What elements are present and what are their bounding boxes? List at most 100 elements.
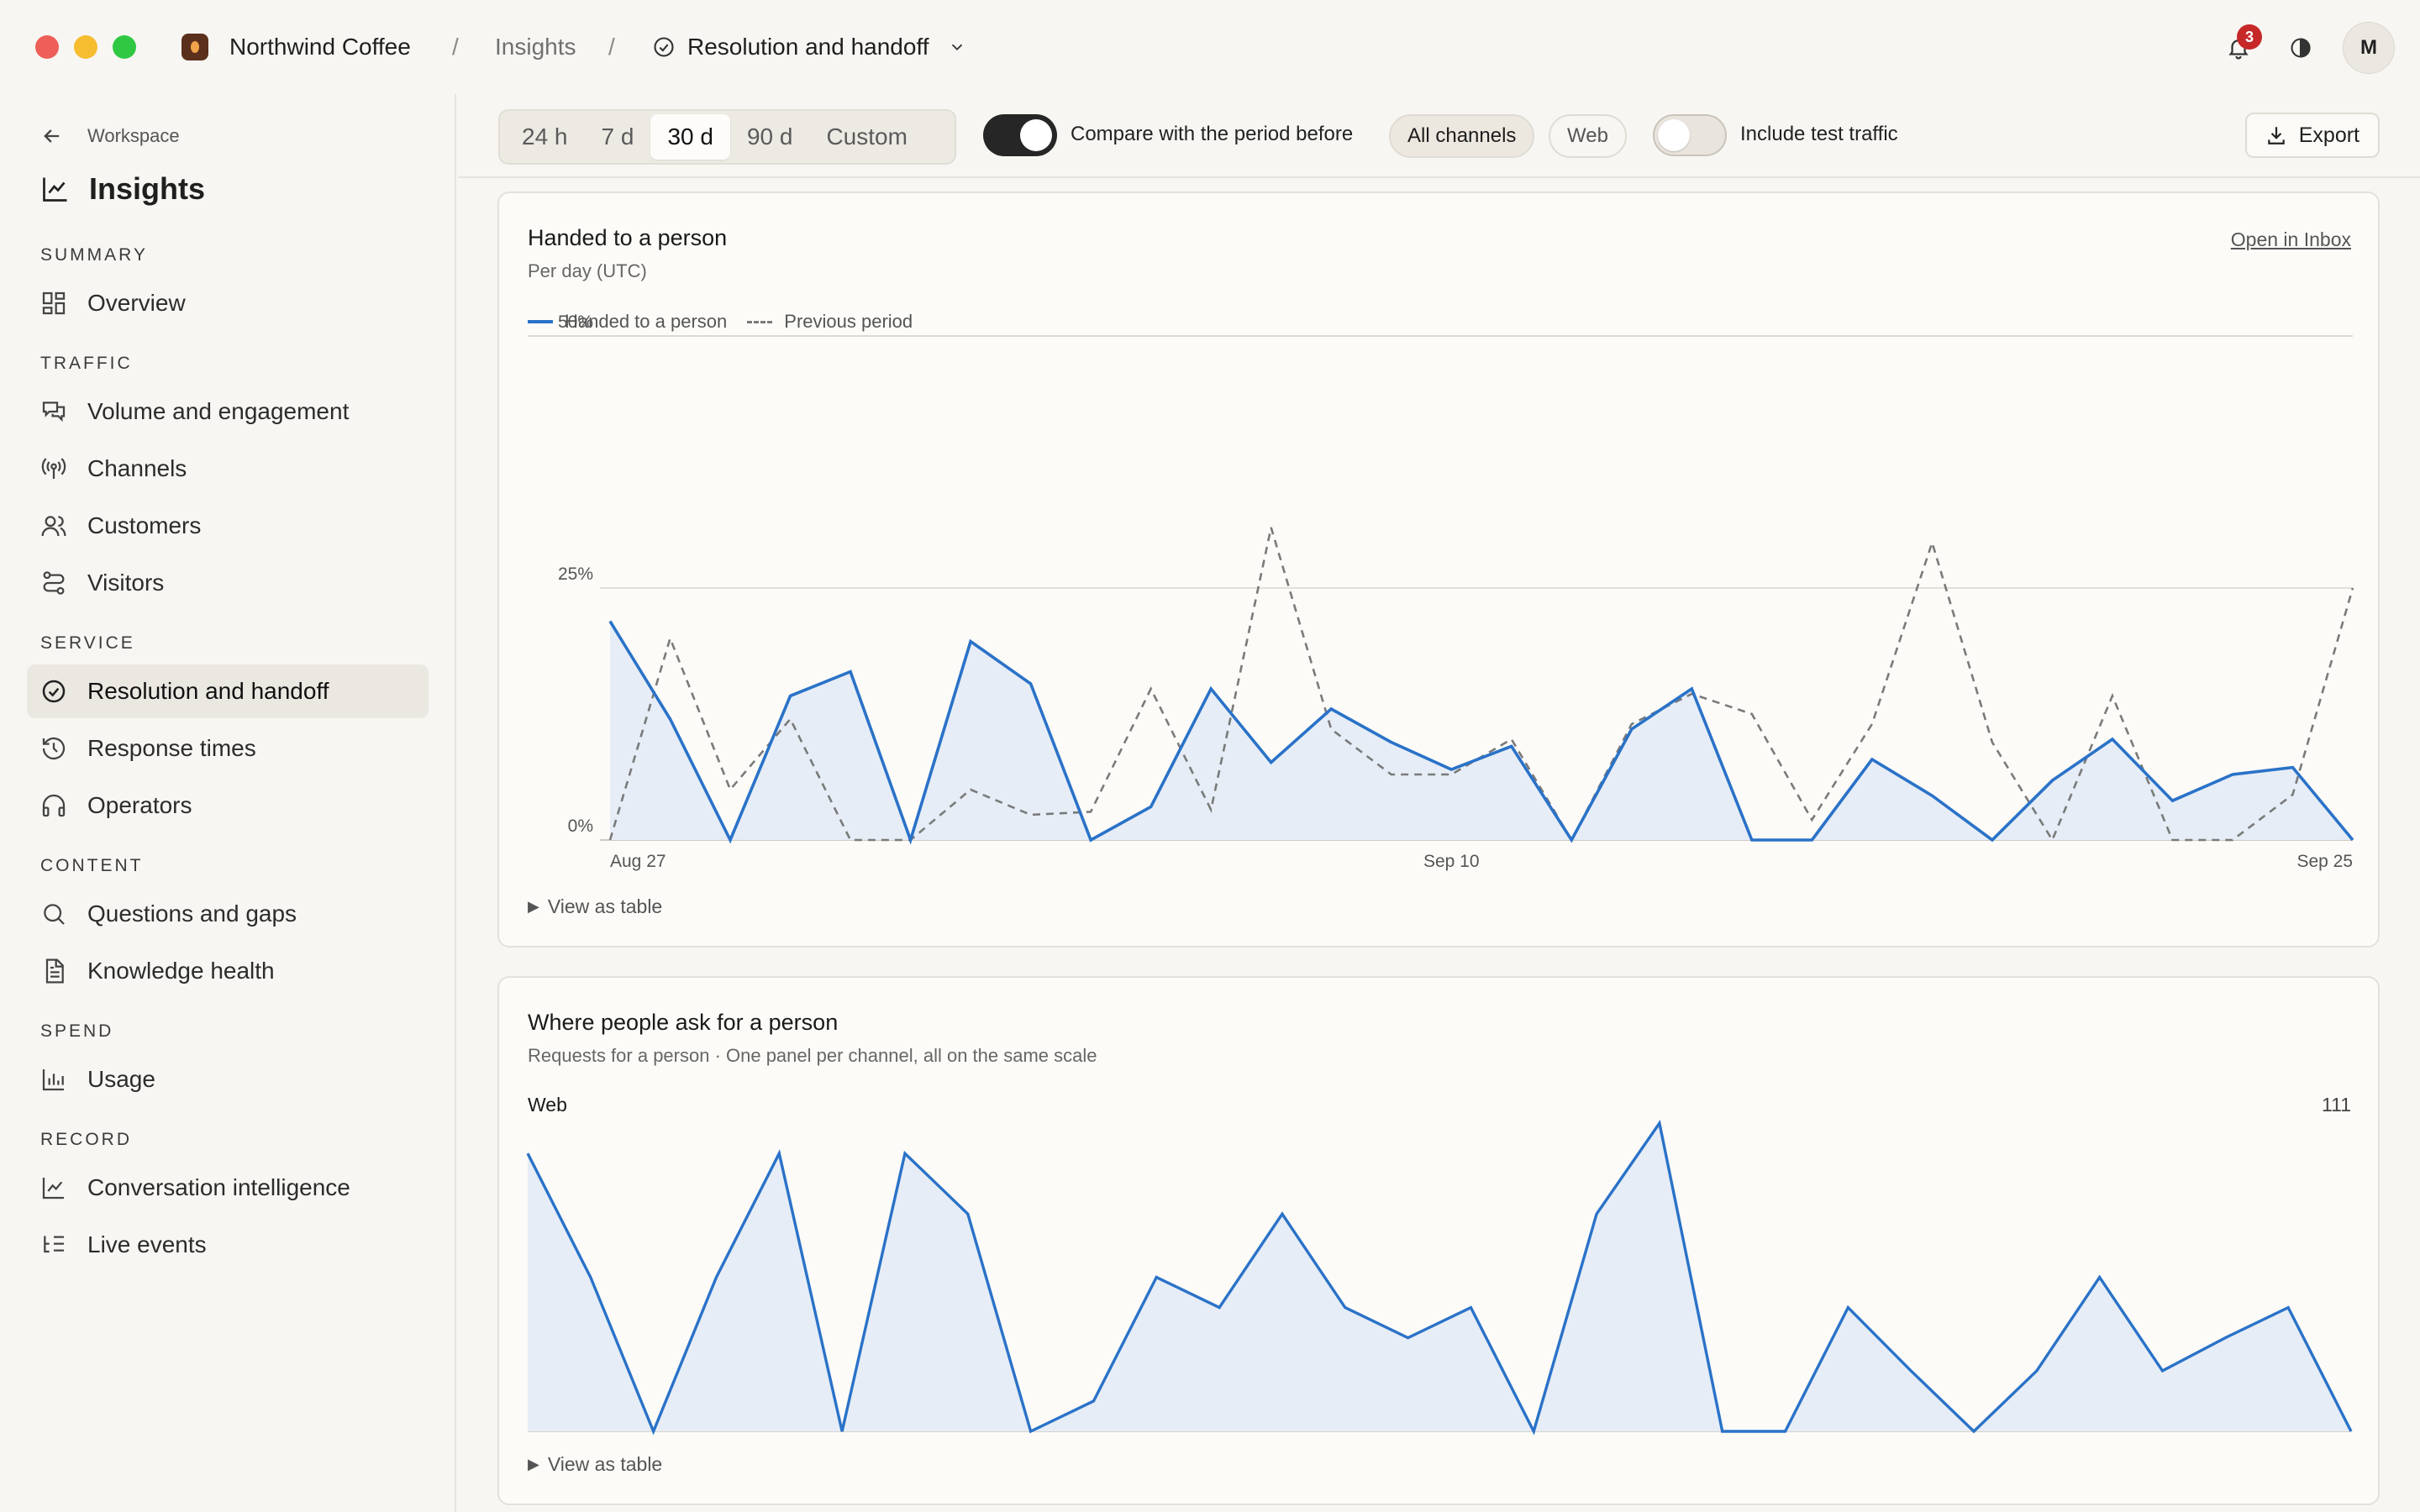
users-icon xyxy=(41,516,66,537)
route-icon xyxy=(43,571,65,595)
sidebar-item-customers[interactable]: Customers xyxy=(27,499,429,553)
user-avatar[interactable]: M xyxy=(2343,22,2395,74)
x-tick-label: Aug 27 xyxy=(610,852,666,871)
sidebar-item-operators[interactable]: Operators xyxy=(27,779,429,832)
x-tick-label: Sep 25 xyxy=(2296,852,2353,871)
y-tick-label: 0% xyxy=(568,816,593,836)
check-circle-icon xyxy=(654,37,674,57)
sidebar-item-label: Customers xyxy=(87,512,202,538)
channel-all-chip[interactable]: All channels xyxy=(1389,114,1535,158)
filter-toolbar: 24 h 7 d 30 d 90 d Custom Compare with t… xyxy=(458,94,2420,178)
test-traffic-label: Include test traffic xyxy=(1740,123,1898,145)
check-circle-icon xyxy=(42,680,66,703)
sidebar-item-label: Operators xyxy=(87,792,192,818)
sidebar-item-channels[interactable]: Channels xyxy=(27,442,429,496)
view-as-table-toggle[interactable]: ▶ View as table xyxy=(528,1453,662,1476)
chat-bubbles-icon xyxy=(42,402,66,423)
series-area-web xyxy=(528,1123,2351,1431)
export-label: Export xyxy=(2298,123,2360,147)
broadcast-icon xyxy=(41,458,66,479)
view-as-table-toggle[interactable]: ▶ View as table xyxy=(528,895,662,918)
sidebar-item-volume[interactable]: Volume and engagement xyxy=(27,385,429,438)
sidebar-item-label: Channels xyxy=(87,455,187,481)
sidebar-title: Insights xyxy=(40,171,205,207)
window-zoom-button[interactable] xyxy=(113,35,136,59)
download-icon xyxy=(2267,127,2285,144)
breadcrumb-insights[interactable]: Insights xyxy=(495,30,576,64)
window-minimize-button[interactable] xyxy=(74,35,97,59)
handoff-line-chart: 0% 25% 50% Aug 27 Sep 10 Sep 25 xyxy=(528,312,2354,871)
section-traffic: TRAFFIC xyxy=(40,354,133,373)
title-bar: Northwind Coffee / Insights / Resolution… xyxy=(0,0,2420,94)
time-range-selector: 24 h 7 d 30 d 90 d Custom xyxy=(498,109,956,165)
line-chart-icon xyxy=(43,177,67,202)
disclosure-triangle-icon: ▶ xyxy=(528,1456,539,1473)
notifications-button[interactable]: 3 xyxy=(2218,24,2262,68)
line-chart-icon xyxy=(42,1178,64,1200)
sidebar-item-label: Live events xyxy=(87,1231,207,1257)
sidebar: Workspace Insights SUMMARY Overview TRAF… xyxy=(0,94,456,1512)
window-close-button[interactable] xyxy=(35,35,59,59)
sidebar-item-live-events[interactable]: Live events xyxy=(27,1218,429,1272)
range-30d-button[interactable]: 30 d xyxy=(650,114,730,160)
bar-chart-icon xyxy=(42,1069,64,1091)
ask-for-person-card: Where people ask for a person Requests f… xyxy=(497,976,2380,1505)
theme-toggle-button[interactable] xyxy=(2281,28,2321,68)
breadcrumb-current-label: Resolution and handoff xyxy=(687,34,929,60)
sidebar-item-conversation[interactable]: Conversation intelligence xyxy=(27,1161,429,1215)
breadcrumb-separator: / xyxy=(452,34,459,60)
toggle-knob xyxy=(1020,119,1052,151)
range-custom-button[interactable]: Custom xyxy=(809,114,923,160)
sidebar-item-label: Usage xyxy=(87,1066,155,1092)
sidebar-item-knowledge[interactable]: Knowledge health xyxy=(27,944,429,998)
range-90d-button[interactable]: 90 d xyxy=(730,114,810,160)
sidebar-item-label: Questions and gaps xyxy=(87,900,297,927)
brand-logo-icon xyxy=(182,34,208,60)
range-7d-button[interactable]: 7 d xyxy=(585,114,651,160)
section-spend: SPEND xyxy=(40,1021,114,1041)
test-traffic-toggle[interactable] xyxy=(1653,114,1727,156)
x-tick-label: Sep 10 xyxy=(1423,852,1480,871)
sidebar-title-label: Insights xyxy=(89,171,206,206)
sidebar-item-usage[interactable]: Usage xyxy=(27,1053,429,1106)
y-tick-label: 50% xyxy=(558,312,593,332)
arrow-left-icon xyxy=(44,129,60,143)
back-to-workspace-link[interactable]: Workspace xyxy=(40,124,180,148)
chevron-down-icon xyxy=(951,44,962,51)
disclosure-triangle-icon: ▶ xyxy=(528,898,539,915)
sidebar-item-response-times[interactable]: Response times xyxy=(27,722,429,775)
notification-badge: 3 xyxy=(2237,24,2262,50)
toggle-knob xyxy=(1658,119,1690,151)
section-service: SERVICE xyxy=(40,633,135,653)
section-summary: SUMMARY xyxy=(40,245,148,265)
y-tick-label: 25% xyxy=(558,564,593,584)
sidebar-item-overview[interactable]: Overview xyxy=(27,276,429,330)
export-button[interactable]: Export xyxy=(2244,113,2380,158)
titlebar-actions: 3 M xyxy=(2218,22,2395,74)
sidebar-item-label: Response times xyxy=(87,735,256,761)
sidebar-item-label: Resolution and handoff xyxy=(87,678,329,704)
list-tree-icon xyxy=(44,1236,64,1253)
search-icon xyxy=(44,904,65,925)
contrast-icon xyxy=(2291,38,2311,58)
channel-web-chip[interactable]: Web xyxy=(1549,114,1627,158)
breadcrumb-brand[interactable]: Northwind Coffee xyxy=(229,30,411,64)
sidebar-item-label: Knowledge health xyxy=(87,958,275,984)
sidebar-item-visitors[interactable]: Visitors xyxy=(27,556,429,610)
compare-label: Compare with the period before xyxy=(1071,123,1354,145)
section-record: RECORD xyxy=(40,1130,133,1149)
sidebar-item-resolution[interactable]: Resolution and handoff xyxy=(27,664,429,718)
view-as-table-label: View as table xyxy=(547,895,663,917)
section-content: CONTENT xyxy=(40,856,144,875)
web-requests-chart xyxy=(526,1119,2353,1436)
history-icon xyxy=(42,737,66,760)
range-24h-button[interactable]: 24 h xyxy=(505,114,585,160)
sidebar-item-label: Overview xyxy=(87,290,186,316)
sidebar-item-label: Volume and engagement xyxy=(87,398,350,424)
breadcrumb-separator: / xyxy=(608,34,615,60)
back-label: Workspace xyxy=(87,125,180,146)
breadcrumb-current-page[interactable]: Resolution and handoff xyxy=(652,30,966,64)
sidebar-item-questions[interactable]: Questions and gaps xyxy=(27,887,429,941)
compare-toggle[interactable] xyxy=(983,114,1057,156)
handoff-card: Handed to a person Per day (UTC) Open in… xyxy=(497,192,2380,948)
